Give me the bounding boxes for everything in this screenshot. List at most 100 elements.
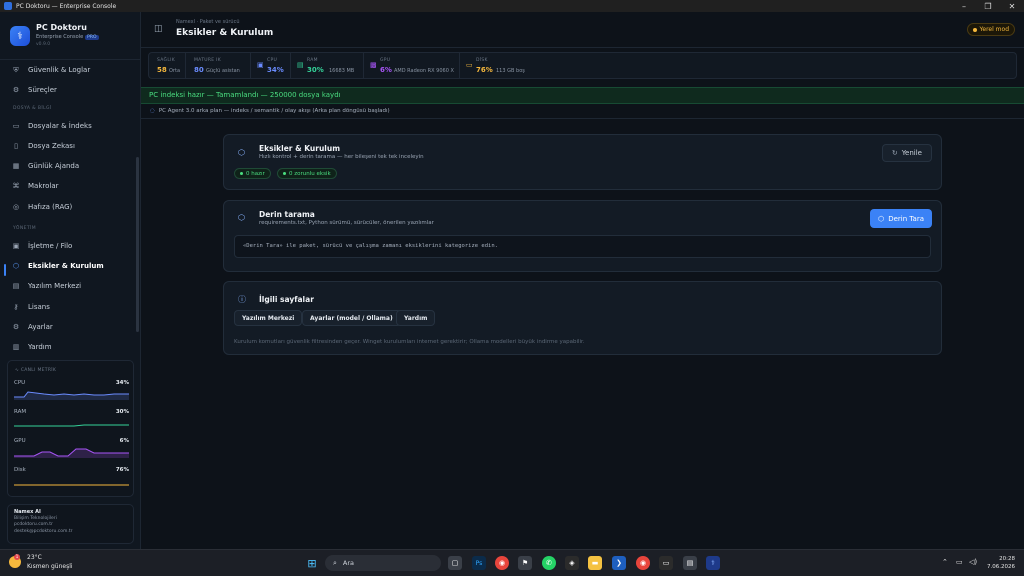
window-title: PC Doktoru — Enterprise Console — [16, 2, 117, 10]
cube-app-icon[interactable]: ◈ — [565, 556, 579, 570]
sidebar-item-label: Hafıza (RAG) — [28, 203, 73, 211]
brand: ⚕ PC Doktoru Enterprise Console PRO v0.9.… — [10, 22, 135, 56]
deep-scan-card: ⬡ Derin tarama requirements.txt, Python … — [223, 200, 942, 272]
sidebar-item-label: Süreçler — [28, 86, 57, 94]
topbar: ◫ Namexl · Paket ve sürücü Eksikler & Ku… — [141, 12, 1024, 48]
task-view-icon[interactable]: ▢ — [448, 556, 462, 570]
agent-status: ◌ PC Agent 3.0 arka plan — indeks / seman… — [150, 108, 390, 114]
deep-scan-button-label: Derin Tara — [888, 214, 924, 223]
sidebar-item-processes[interactable]: ⚙ Süreçler — [10, 81, 132, 99]
app-icon[interactable]: ⚑ — [518, 556, 532, 570]
disk-icon: ▭ — [466, 61, 473, 69]
card-title: Eksikler & Kurulum — [259, 144, 341, 153]
live-metrics-title-text: CANLI METRİK — [20, 368, 57, 373]
live-metrics-title: ∿ CANLI METRİK — [15, 368, 57, 373]
process-icon: ⚙ — [12, 86, 20, 94]
sidebar-item-missing-setup[interactable]: ⬡ Eksikler & Kurulum — [10, 257, 132, 275]
pc-doktoru-taskbar-icon[interactable]: ⚕ — [706, 556, 720, 570]
related-help-button[interactable]: Yardım — [396, 310, 436, 326]
taskbar: 1 23°C Kısmen güneşli ⊞ ⌕ Ara ▢ Ps ◉ ⚑ ✆ … — [0, 549, 1024, 576]
section-label-files: DOSYA & BİLGİ — [13, 106, 52, 111]
disk-sparkline — [14, 484, 129, 486]
tray-chevron-icon[interactable]: ⌃ — [942, 558, 948, 566]
related-software-center-button[interactable]: Yazılım Merkezi — [234, 310, 303, 326]
stat-detail: 16683 MB — [329, 67, 355, 74]
file-explorer-icon[interactable]: ▬ — [588, 556, 602, 570]
divider — [141, 118, 1024, 119]
file-icon: ▯ — [14, 142, 18, 150]
terminal-icon[interactable]: ▭ — [659, 556, 673, 570]
scan-icon: ⬡ — [878, 214, 885, 223]
related-settings-button[interactable]: Ayarlar (model / Ollama) — [302, 310, 401, 326]
sidebar-scrollbar[interactable] — [136, 157, 139, 332]
brand-subtitle-text: Enterprise Console — [36, 34, 84, 40]
ram-sparkline — [14, 424, 129, 427]
missing-setup-card: ⬡ Eksikler & Kurulum Hızlı kontrol + der… — [223, 134, 942, 190]
stat-health: SAĞLIK 58 Orta — [149, 53, 186, 78]
metric-label: GPU — [14, 438, 26, 444]
sidebar-item-license[interactable]: ⚷ Lisans — [10, 298, 132, 316]
chrome-profile-icon[interactable]: ◉ — [636, 556, 650, 570]
sidebar-item-fleet[interactable]: ▣ İşletme / Filo — [10, 237, 132, 255]
index-status-banner: PC indeksi hazır — Tamamlandı — 250000 d… — [141, 87, 1024, 104]
sidebar-item-macros[interactable]: ⌘ Makrolar — [10, 177, 132, 195]
close-button[interactable]: ✕ — [1000, 0, 1024, 12]
app-window-icon[interactable]: ▤ — [683, 556, 697, 570]
chrome-icon[interactable]: ◉ — [495, 556, 509, 570]
weather-temp: 23°C — [27, 554, 42, 561]
sidebar-item-agenda[interactable]: ▦ Günlük Ajanda — [10, 157, 132, 175]
powershell-icon[interactable]: ❯ — [612, 556, 626, 570]
clock[interactable]: 20:28 7.06.2026 — [987, 555, 1015, 571]
sidebar-item-settings[interactable]: ⚙ Ayarlar — [10, 318, 132, 336]
stat-label: CPU — [267, 58, 278, 63]
sidebar-item-file-intel[interactable]: ▯ Dosya Zekası — [10, 137, 132, 155]
software-icon: ▤ — [12, 282, 20, 290]
stat-label: GPU — [380, 58, 391, 63]
network-icon[interactable]: ▭ — [956, 558, 963, 566]
minimize-button[interactable]: – — [952, 0, 976, 12]
metric-label: Disk — [14, 467, 26, 473]
sidebar-item-security[interactable]: ⛨ Güvenlik & Loglar — [10, 61, 132, 79]
stat-detail: 113 GB boş — [496, 67, 525, 74]
sidebar-item-software[interactable]: ▤ Yazılım Merkezi — [10, 277, 132, 295]
start-icon[interactable]: ⊞ — [305, 556, 319, 570]
sidebar-item-label: Lisans — [28, 303, 50, 311]
sidebar-item-files[interactable]: ▭ Dosyalar & İndeks — [10, 117, 132, 135]
stat-value: 6% — [380, 66, 392, 74]
refresh-button[interactable]: ↻ Yenile — [881, 144, 932, 162]
sidebar-item-memory[interactable]: ◎ Hafıza (RAG) — [10, 198, 132, 216]
cpu-icon: ▣ — [257, 61, 264, 69]
ready-pill-text: 0 hazır — [246, 170, 265, 177]
active-indicator — [4, 264, 6, 276]
page-title: Eksikler & Kurulum — [176, 28, 274, 38]
folder-icon: ▭ — [12, 122, 20, 130]
required-missing-pill-text: 0 zorunlu eksik — [289, 170, 331, 177]
stat-cpu: ▣ CPU 34% — [251, 53, 291, 78]
book-icon: ▥ — [12, 343, 20, 351]
metric-value: 30% — [115, 409, 129, 415]
maximize-button[interactable]: ❐ — [976, 0, 1000, 12]
stat-value: 80 — [194, 66, 204, 74]
photoshop-icon[interactable]: Ps — [472, 556, 486, 570]
sidebar-item-help[interactable]: ▥ Yardım — [10, 338, 132, 356]
taskbar-search[interactable]: ⌕ Ara — [325, 555, 441, 571]
app-icon — [4, 2, 12, 10]
metric-value: 76% — [115, 467, 129, 473]
stat-value: 58 — [157, 66, 167, 74]
toggle-sidebar-icon[interactable]: ◫ — [154, 24, 165, 35]
whatsapp-icon[interactable]: ✆ — [542, 556, 556, 570]
weather-condition: Kısmen güneşli — [27, 563, 73, 570]
company-info: Namex AI Bilişim Teknolojileri pcdoktoru… — [7, 504, 134, 544]
related-note: Kurulum komutları güvenlik filtresinden … — [234, 339, 585, 345]
refresh-button-label: Yenile — [901, 149, 922, 157]
memory-icon: ◎ — [12, 203, 20, 211]
package-icon: ⬡ — [12, 262, 20, 270]
company-email[interactable]: destek@pcdoktoru.com.tr — [14, 529, 127, 536]
deep-scan-button[interactable]: ⬡ Derin Tara — [870, 209, 932, 228]
pro-badge: PRO — [85, 35, 99, 40]
stat-detail: Orta — [169, 67, 181, 74]
metric-label: RAM — [14, 409, 27, 415]
package-icon: ⬡ — [238, 213, 245, 222]
volume-icon[interactable]: ◁) — [969, 558, 977, 566]
agent-status-text: PC Agent 3.0 arka plan — indeks / semant… — [158, 108, 390, 114]
